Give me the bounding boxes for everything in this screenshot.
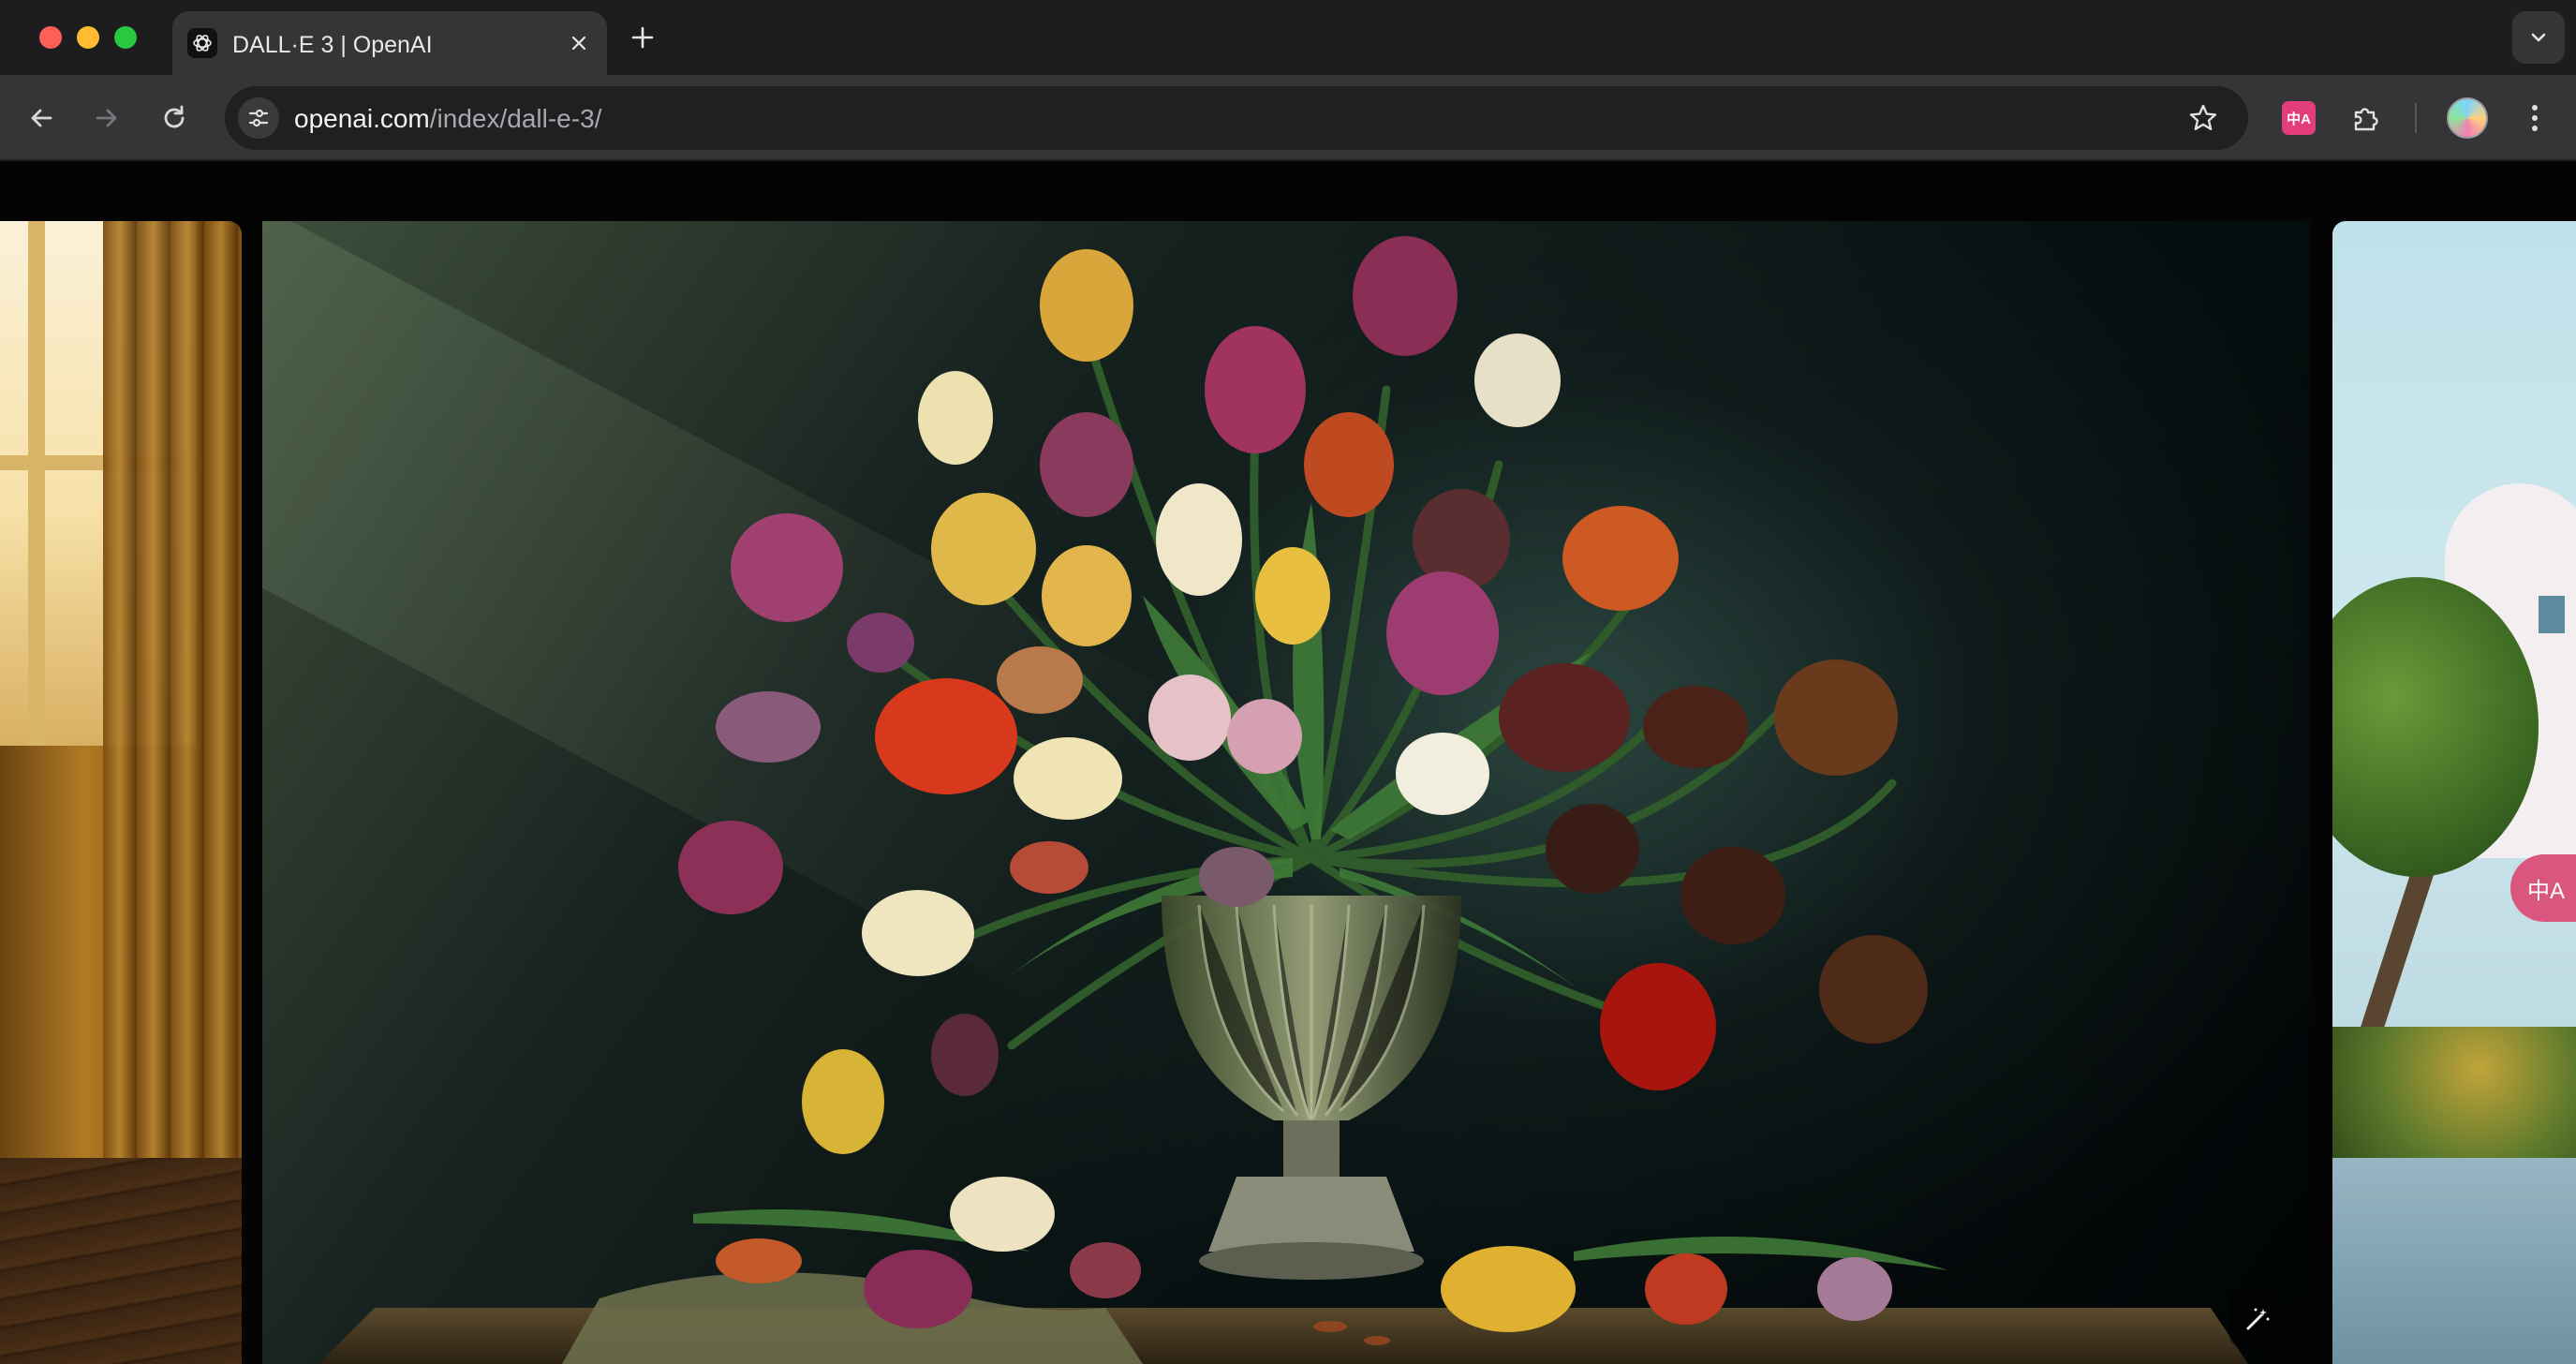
address-bar[interactable]: openai.com/index/dall-e-3/	[225, 86, 2248, 150]
forward-arrow-icon[interactable]	[86, 97, 127, 139]
translate-extension-icon[interactable]: 中A	[2282, 101, 2316, 135]
minimize-window-button[interactable]	[77, 26, 99, 49]
url-text[interactable]: openai.com/index/dall-e-3/	[294, 104, 601, 134]
url-host: openai.com	[294, 104, 430, 133]
carousel-image-next[interactable]	[2332, 221, 2576, 1364]
bookmark-star-icon[interactable]	[2184, 99, 2222, 137]
tulip-still-life-illustration	[318, 236, 2248, 1364]
kebab-menu-icon[interactable]	[2514, 97, 2555, 139]
extensions-puzzle-icon[interactable]	[2346, 97, 2387, 139]
water	[2332, 1158, 2576, 1364]
tab-search-chevron-icon[interactable]	[2512, 11, 2565, 64]
reload-icon[interactable]	[154, 97, 195, 139]
carousel-image-previous[interactable]	[0, 221, 242, 1364]
window-frame	[28, 221, 45, 746]
back-arrow-icon[interactable]	[21, 97, 62, 139]
magic-wand-icon[interactable]	[2229, 1291, 2286, 1347]
tab-bar: DALL·E 3 | OpenAI	[0, 0, 2576, 75]
new-tab-plus-icon[interactable]	[626, 21, 659, 54]
floating-translate-button[interactable]: 中A	[2510, 854, 2576, 922]
toolbar-divider	[2415, 103, 2417, 133]
close-window-button[interactable]	[39, 26, 62, 49]
wooden-floor	[0, 1158, 242, 1364]
building-window	[2539, 596, 2565, 633]
page-content: 中A	[0, 163, 2576, 1364]
browser-toolbar: openai.com/index/dall-e-3/ 中A	[0, 75, 2576, 161]
carousel-image-main[interactable]	[262, 221, 2310, 1364]
openai-logo-icon	[187, 28, 217, 58]
hedge	[2332, 1027, 2576, 1167]
active-tab[interactable]: DALL·E 3 | OpenAI	[172, 11, 607, 75]
close-tab-icon[interactable]	[564, 28, 594, 58]
site-info-tune-icon[interactable]	[238, 97, 279, 139]
zoom-window-button[interactable]	[114, 26, 137, 49]
url-path: /index/dall-e-3/	[429, 104, 602, 133]
tab-title: DALL·E 3 | OpenAI	[232, 32, 433, 58]
profile-avatar[interactable]	[2447, 97, 2488, 139]
